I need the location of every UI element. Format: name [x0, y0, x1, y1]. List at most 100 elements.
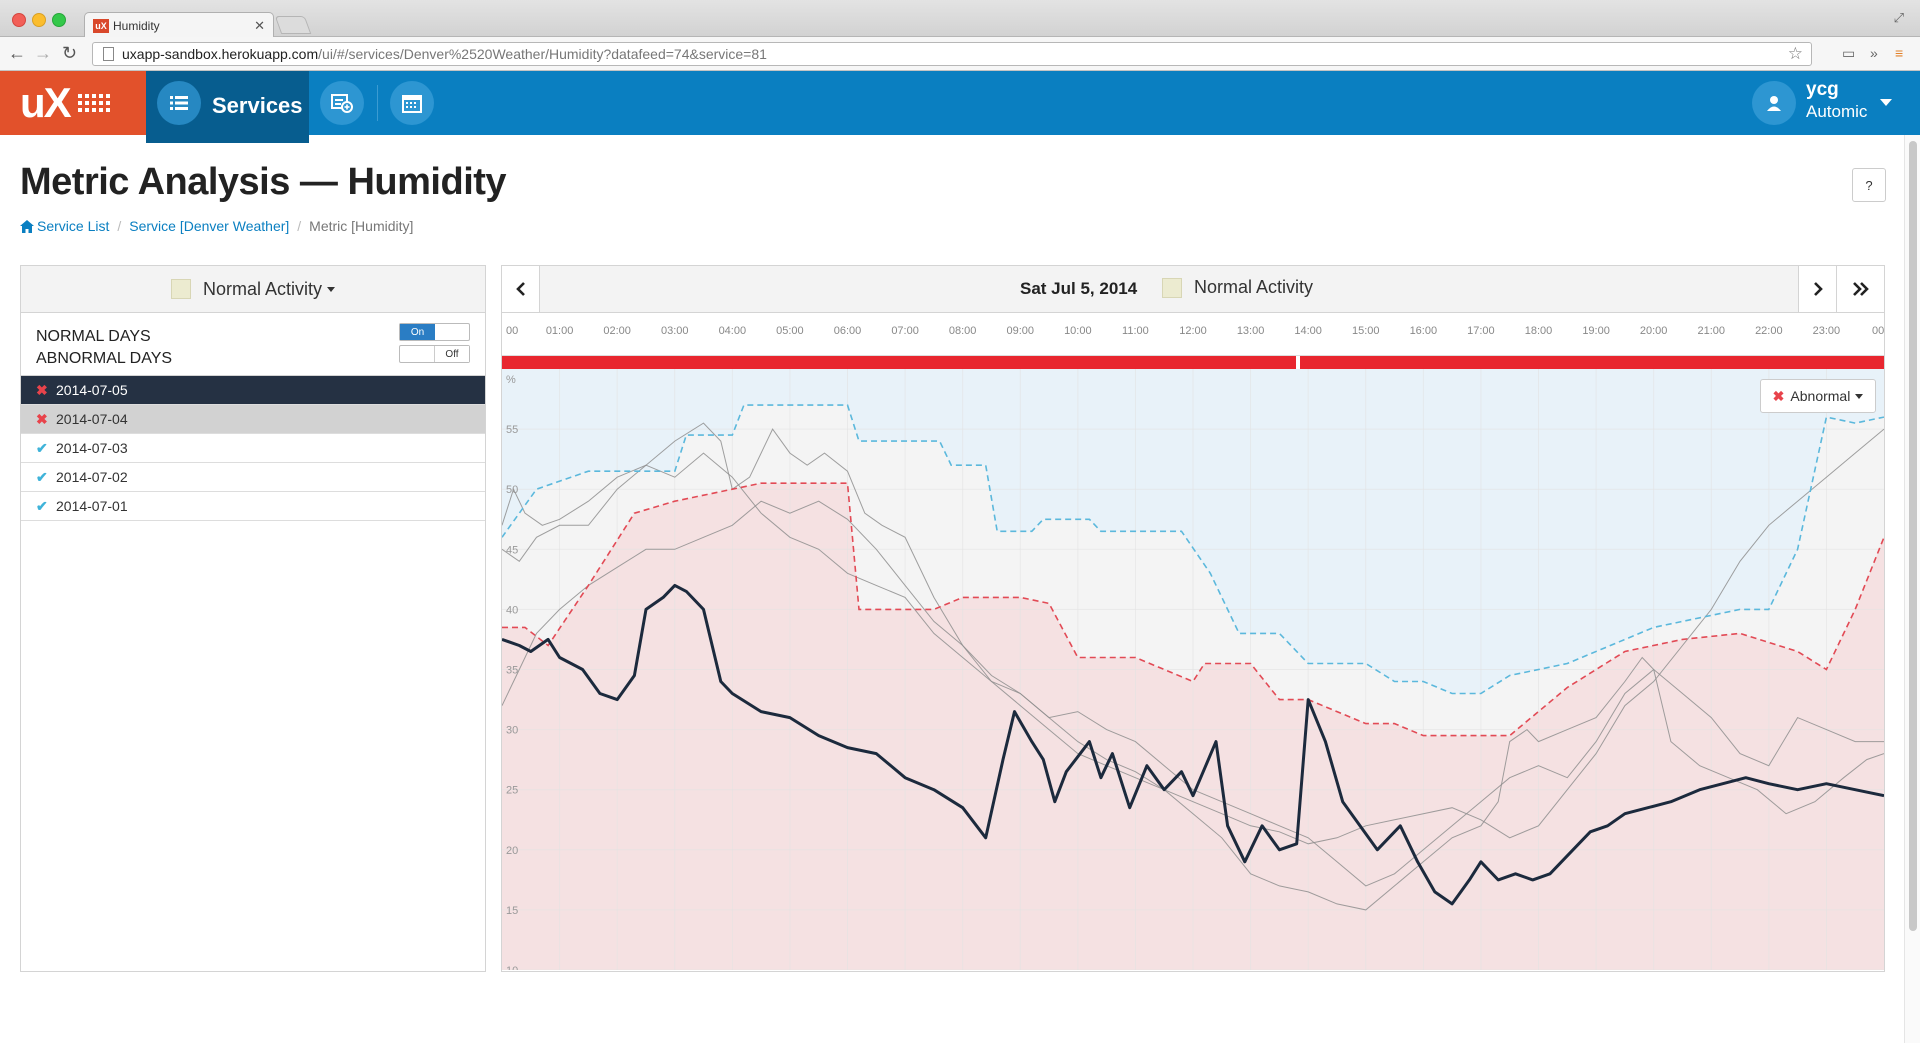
favicon: uX — [93, 18, 109, 33]
humidity-chart[interactable]: %10152025303540455055 — [502, 369, 1884, 970]
time-tick-label: 15:00 — [1351, 325, 1380, 337]
alarm-bar-gap — [1296, 356, 1300, 369]
new-tab-button[interactable] — [274, 16, 312, 34]
time-axis: 00 01:00 02:00 03:00 04:00 05:00 06:00 07:00 08:… — [502, 313, 1884, 356]
activity-dropdown[interactable]: Normal Activity — [21, 266, 485, 313]
abnormal-x-icon: ✖ — [36, 381, 48, 398]
normal-days-label: NORMAL DAYS — [36, 328, 151, 345]
calendar-icon[interactable] — [390, 81, 434, 125]
day-row[interactable]: ✔ 2014-07-03 — [21, 434, 485, 463]
day-date: 2014-07-03 — [56, 440, 128, 456]
abnormal-x-icon: ✖ — [36, 410, 48, 427]
close-tab-icon[interactable]: ✕ — [254, 18, 265, 34]
scrollbar-thumb[interactable] — [1909, 141, 1917, 931]
menu-icon[interactable]: ≡ — [1895, 45, 1903, 61]
time-tick-label: 06:00 — [833, 325, 862, 337]
time-tick-label: 16:00 — [1409, 325, 1438, 337]
nav-divider — [377, 85, 378, 121]
y-tick-label: 20 — [506, 845, 518, 857]
y-tick-label: 30 — [506, 725, 518, 737]
abnormal-days-label: ABNORMAL DAYS — [36, 350, 173, 367]
normal-activity-swatch — [170, 279, 191, 299]
browser-toolbar: ← → ↻ uxapp-sandbox.herokuapp.com /ui/#/… — [0, 37, 1920, 71]
app-header: uX Services ycg Automic — [0, 71, 1920, 143]
double-chevron-right-icon — [1852, 282, 1869, 296]
time-tick-label: 00 — [1872, 325, 1885, 337]
normal-check-icon: ✔ — [36, 497, 48, 514]
address-bar[interactable]: uxapp-sandbox.herokuapp.com /ui/#/servic… — [92, 42, 1812, 66]
close-window-button[interactable] — [12, 13, 26, 27]
alarm-bar[interactable] — [502, 356, 1884, 369]
time-tick-label: 12:00 — [1179, 325, 1207, 337]
day-row[interactable]: ✖ 2014-07-04 — [21, 405, 485, 434]
chart-date: Sat Jul 5, 2014 — [1020, 279, 1138, 298]
add-service-icon[interactable] — [320, 81, 364, 125]
cast-icon[interactable]: ▭ — [1842, 45, 1855, 62]
browser-tab[interactable]: uX Humidity ✕ — [84, 12, 274, 38]
time-tick-label: 10:00 — [1064, 325, 1092, 337]
reload-icon[interactable]: ↻ — [62, 44, 77, 62]
extensions-chevron-icon[interactable]: » — [1870, 45, 1878, 61]
legend-label: Normal Activity — [1194, 277, 1314, 297]
time-tick-label: 04:00 — [718, 325, 747, 337]
breadcrumb-separator: / — [297, 218, 302, 234]
time-tick-label: 14:00 — [1294, 325, 1322, 337]
activity-dropdown-label: Normal Activity — [202, 278, 323, 299]
home-icon[interactable] — [20, 219, 34, 233]
user-avatar-icon[interactable] — [1752, 81, 1796, 125]
time-tick-label: 20:00 — [1639, 325, 1668, 337]
day-row[interactable]: ✖ 2014-07-05 — [21, 376, 485, 405]
abnormal-days-toggle[interactable]: Off — [399, 345, 470, 363]
back-arrow-icon[interactable]: ← — [8, 44, 26, 62]
time-tick-label: 18:00 — [1524, 325, 1553, 337]
list-icon — [157, 81, 201, 125]
help-button[interactable]: ? — [1852, 168, 1886, 202]
days-panel: Normal Activity NORMAL DAYS ABNORMAL DAY… — [20, 265, 486, 972]
time-tick-label: 11:00 — [1122, 325, 1149, 337]
abnormal-dropdown-button[interactable]: ✖ Abnormal — [1760, 379, 1876, 413]
breadcrumb-metric: Metric [Humidity] — [309, 218, 414, 234]
logo-grid-icon — [77, 94, 110, 112]
minimize-window-button[interactable] — [32, 13, 46, 27]
y-tick-label: 10 — [506, 965, 518, 970]
last-day-button[interactable] — [1836, 266, 1884, 312]
user-menu-caret-icon[interactable] — [1880, 99, 1892, 106]
y-tick-label: 25 — [506, 785, 518, 797]
chevron-left-icon — [515, 282, 525, 296]
time-tick-label: 03:00 — [660, 325, 689, 337]
y-axis-unit: % — [506, 374, 516, 386]
breadcrumb-service-list[interactable]: Service List — [37, 218, 109, 234]
user-name[interactable]: ycg — [1806, 79, 1839, 101]
bookmark-star-icon[interactable]: ☆ — [1788, 44, 1803, 64]
nav-services-label: Services — [212, 93, 303, 118]
next-day-button[interactable] — [1798, 266, 1836, 312]
fullscreen-icon[interactable]: ⤢ — [1894, 10, 1904, 26]
breadcrumb-service[interactable]: Service [Denver Weather] — [129, 218, 289, 234]
caret-down-icon — [327, 286, 336, 292]
y-tick-label: 40 — [506, 604, 518, 616]
zoom-window-button[interactable] — [52, 13, 66, 27]
tab-title: Humidity — [113, 18, 160, 33]
abnormal-dropdown-label: Abnormal — [1790, 388, 1851, 404]
day-row[interactable]: ✔ 2014-07-02 — [21, 463, 485, 492]
time-tick-label: 02:00 — [603, 325, 631, 337]
y-tick-label: 55 — [506, 424, 518, 436]
time-tick-label: 13:00 — [1236, 325, 1265, 337]
legend-normal-activity: Normal Activity — [1162, 277, 1313, 298]
normal-days-toggle[interactable]: On — [399, 323, 470, 341]
day-row[interactable]: ✔ 2014-07-01 — [21, 492, 485, 521]
page-scrollbar[interactable] — [1904, 135, 1920, 1043]
breadcrumb: Service List / Service [Denver Weather] … — [20, 218, 413, 234]
time-tick-label: 00 — [506, 325, 519, 337]
time-tick-label: 09:00 — [1006, 325, 1035, 337]
time-tick-label: 21:00 — [1697, 325, 1726, 337]
normal-check-icon: ✔ — [36, 439, 48, 456]
chevron-right-icon — [1813, 282, 1823, 296]
user-org[interactable]: Automic — [1806, 102, 1867, 122]
prev-day-button[interactable] — [502, 266, 540, 312]
time-tick-label: 08:00 — [948, 325, 977, 337]
logo[interactable]: uX — [0, 71, 146, 135]
chart-panel: Sat Jul 5, 2014 Normal Activity 00 01:00 0… — [501, 265, 1885, 972]
toggle-state: Off — [434, 346, 469, 362]
forward-arrow-icon[interactable]: → — [34, 44, 52, 62]
